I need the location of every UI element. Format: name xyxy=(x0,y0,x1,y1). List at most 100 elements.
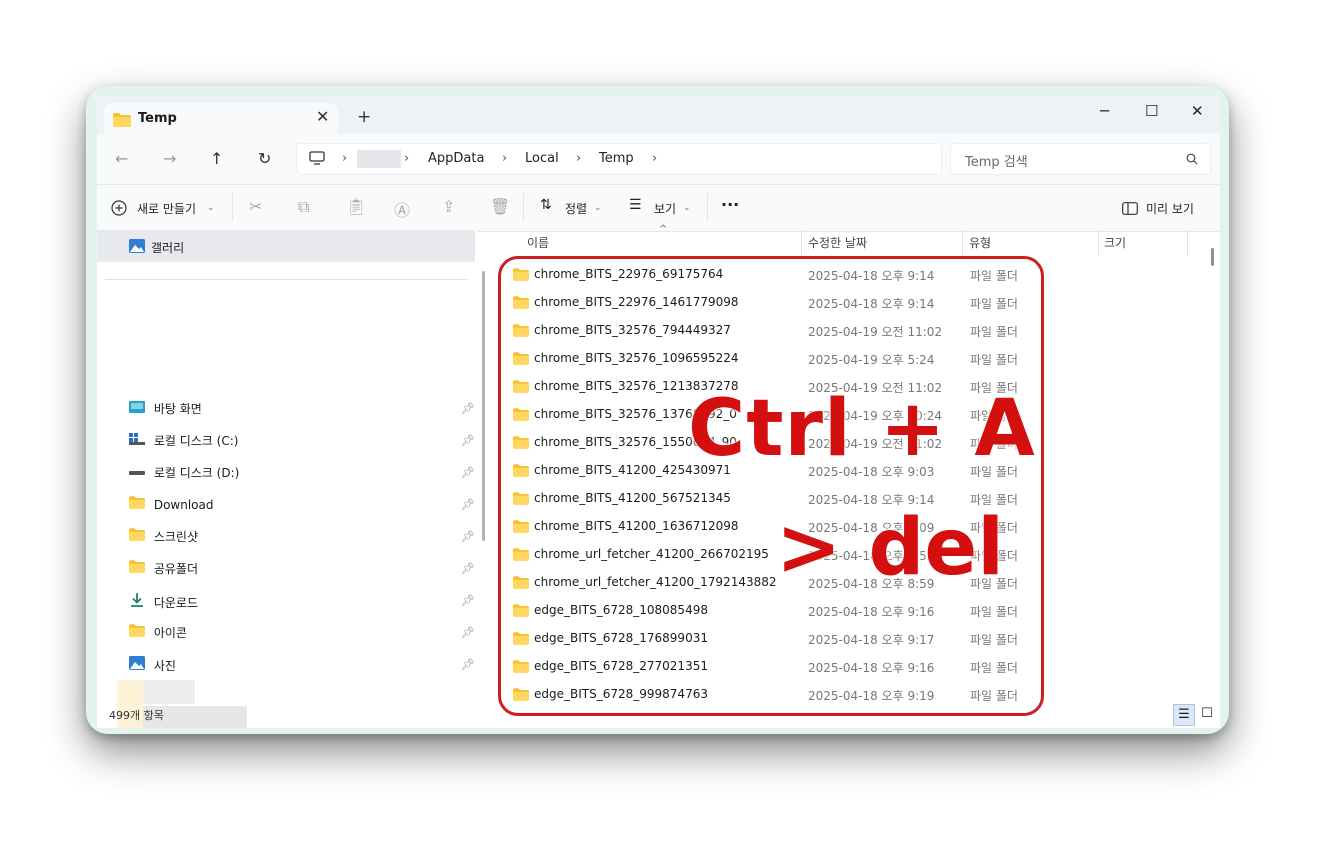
item-count: 499개 항목 xyxy=(109,709,164,722)
chevron-right-icon: › xyxy=(404,151,410,166)
preview-label: 미리 보기 xyxy=(1146,202,1194,216)
large-icons-view-icon: ☐ xyxy=(1201,706,1213,721)
sidebar-item-label: 아이콘 xyxy=(153,626,187,640)
breadcrumb-temp[interactable]: Temp xyxy=(599,151,634,166)
details-view-icon: ☰ xyxy=(1178,707,1190,722)
copy-icon[interactable]: ⧉ xyxy=(298,197,309,217)
more-options-button[interactable]: ··· xyxy=(721,195,739,214)
folder-icon xyxy=(129,528,145,541)
sidebar-item-screenshots[interactable]: 스크린샷 xyxy=(129,528,198,550)
sidebar-item-download-folder[interactable]: Download xyxy=(129,496,213,518)
sidebar-item-label: 사진 xyxy=(153,659,176,673)
sort-label: 정렬 xyxy=(565,202,588,216)
navigation-bar: ← → ↑ ↻ › › AppData › Local › Temp › Tem… xyxy=(97,134,1220,184)
pin-icon[interactable]: 📌︎ xyxy=(461,594,475,607)
pictures-icon xyxy=(129,656,145,670)
paste-icon[interactable]: 📋︎ xyxy=(346,197,366,216)
minimize-button[interactable]: ─ xyxy=(1100,102,1109,120)
sidebar-item-desktop[interactable]: 바탕 화면 xyxy=(129,400,202,422)
pin-icon[interactable]: 📌︎ xyxy=(461,434,475,447)
overlay-ctrl-a-text: Ctrl + A xyxy=(688,384,1036,474)
pin-icon[interactable]: 📌︎ xyxy=(461,626,475,639)
drive-c-icon xyxy=(129,433,145,445)
sidebar-item-shared-folder[interactable]: 공유폴더 xyxy=(129,560,198,582)
maximize-button[interactable]: ☐ xyxy=(1145,102,1158,120)
sidebar-item-label: 로컬 디스크 (D:) xyxy=(153,466,240,480)
sidebar-item-label: 갤러리 xyxy=(151,241,185,255)
pin-icon[interactable]: 📌︎ xyxy=(461,562,475,575)
breadcrumb-appdata[interactable]: AppData xyxy=(428,151,484,166)
sort-icon: ⇅ xyxy=(540,197,552,213)
refresh-button[interactable]: ↻ xyxy=(258,149,271,168)
sort-button[interactable]: ⇅ 정렬 ⌄ xyxy=(540,185,604,231)
cut-icon[interactable]: ✂ xyxy=(249,197,262,216)
address-bar[interactable]: › › AppData › Local › Temp › xyxy=(296,143,942,175)
sidebar-item-pictures[interactable]: 사진 xyxy=(129,656,176,678)
title-bar: Temp ✕ + ─ ☐ ✕ xyxy=(97,96,1220,134)
column-divider[interactable] xyxy=(1187,230,1188,256)
sidebar-item-downloads[interactable]: 다운로드 xyxy=(129,592,198,614)
sidebar-item-gallery[interactable]: 갤러리 xyxy=(97,230,475,262)
view-list-icon: ☰ xyxy=(629,197,642,213)
search-placeholder: Temp 검색 xyxy=(965,155,1028,170)
up-button[interactable]: ↑ xyxy=(210,149,223,168)
column-header-date[interactable]: 수정한 날짜 xyxy=(808,234,867,251)
new-button[interactable]: 새로 만들기 ⌄ xyxy=(111,185,219,231)
tab-temp[interactable]: Temp ✕ xyxy=(104,103,338,134)
computer-icon xyxy=(309,151,325,165)
close-window-button[interactable]: ✕ xyxy=(1191,102,1204,120)
column-header-type[interactable]: 유형 xyxy=(969,234,991,251)
new-label: 새로 만들기 xyxy=(137,202,197,216)
drive-d-icon xyxy=(129,471,145,475)
gallery-icon xyxy=(129,239,145,253)
folder-icon xyxy=(129,560,145,573)
column-header-size[interactable]: 크기 xyxy=(1104,234,1126,251)
large-icons-view-button[interactable]: ☐ xyxy=(1197,704,1217,724)
new-tab-button[interactable]: + xyxy=(357,107,371,127)
highlight-box xyxy=(498,256,1044,716)
pin-icon[interactable]: 📌︎ xyxy=(461,658,475,671)
divider xyxy=(523,193,524,221)
column-divider[interactable] xyxy=(962,230,963,256)
divider xyxy=(232,193,233,221)
share-icon[interactable]: ⇪ xyxy=(442,197,455,216)
sort-ascending-icon: ^ xyxy=(659,224,668,235)
sidebar-item-drive-d[interactable]: 로컬 디스크 (D:) xyxy=(129,464,239,486)
search-box[interactable]: Temp 검색 xyxy=(950,143,1211,175)
column-divider[interactable] xyxy=(801,230,802,256)
sidebar-item-label: 로컬 디스크 (C:) xyxy=(153,434,239,448)
back-button[interactable]: ← xyxy=(115,149,128,168)
divider xyxy=(105,279,467,280)
preview-button[interactable]: 미리 보기 xyxy=(1122,185,1202,231)
sidebar-item-label: 스크린샷 xyxy=(153,530,198,544)
view-label: 보기 xyxy=(654,202,677,216)
chevron-down-icon: ⌄ xyxy=(683,203,691,213)
sidebar-scrollbar[interactable] xyxy=(482,271,485,541)
chevron-right-icon: › xyxy=(576,151,582,166)
pin-icon[interactable]: 📌︎ xyxy=(461,530,475,543)
pin-icon[interactable]: 📌︎ xyxy=(461,402,475,415)
sidebar-item-drive-c[interactable]: 로컬 디스크 (C:) xyxy=(129,432,238,454)
search-icon xyxy=(1186,153,1198,165)
pin-icon[interactable]: 📌︎ xyxy=(461,498,475,511)
column-divider[interactable] xyxy=(1098,230,1099,256)
folder-icon xyxy=(129,624,145,637)
column-header-name[interactable]: 이름 xyxy=(527,234,549,251)
details-view-button[interactable]: ☰ xyxy=(1173,704,1195,726)
download-icon xyxy=(131,593,143,607)
file-list-scrollbar[interactable] xyxy=(1211,248,1214,266)
folder-icon xyxy=(113,113,131,127)
chevron-down-icon: ⌄ xyxy=(207,203,215,213)
chevron-right-icon: › xyxy=(502,151,508,166)
pin-icon[interactable]: 📌︎ xyxy=(461,466,475,479)
chevron-right-icon: › xyxy=(342,151,348,166)
tab-close-icon[interactable]: ✕ xyxy=(316,107,329,126)
delete-icon[interactable]: 🗑︎ xyxy=(490,197,510,216)
forward-button[interactable]: → xyxy=(163,149,176,168)
sidebar-item-icons[interactable]: 아이콘 xyxy=(129,624,187,646)
rename-icon[interactable]: Ⓐ xyxy=(394,197,410,221)
breadcrumb-local[interactable]: Local xyxy=(525,151,559,166)
sidebar-item-label: Download xyxy=(153,498,214,512)
folder-icon xyxy=(129,496,145,509)
tab-title: Temp xyxy=(138,111,177,126)
